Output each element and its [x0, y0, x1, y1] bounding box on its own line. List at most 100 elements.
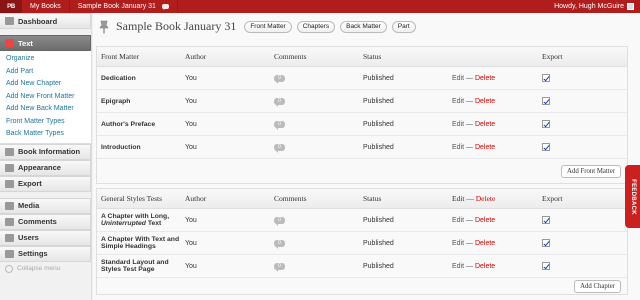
row-status: Published — [363, 216, 394, 224]
edit-link[interactable]: Edit — [452, 144, 464, 151]
sidebar-item-comments[interactable]: Comments — [0, 213, 91, 230]
front-matter-button[interactable]: Front Matter — [244, 20, 292, 33]
separator: — — [466, 262, 474, 270]
comment-count-icon[interactable]: 0 — [274, 217, 285, 226]
sidebar-item-users[interactable]: Users — [0, 229, 91, 246]
part-delete-link[interactable]: Delete — [476, 194, 496, 203]
table-row: Epigraph You 0 Published Edit — Delete — [97, 90, 627, 113]
user-account-menu[interactable]: Howdy, Hugh McGuire — [554, 3, 640, 10]
media-icon — [5, 201, 14, 210]
row-title-link[interactable]: Epigraph — [97, 98, 185, 105]
part-title-link[interactable]: General Styles Tests — [97, 194, 185, 203]
comment-count-icon[interactable]: 0 — [274, 75, 285, 84]
my-books-link[interactable]: My Books — [22, 0, 70, 13]
edit-link[interactable]: Edit — [452, 240, 464, 247]
sidebar-item-label: Media — [18, 201, 40, 210]
add-chapter-button[interactable]: Add Chapter — [574, 279, 621, 293]
book-information-icon — [5, 147, 14, 156]
edit-link[interactable]: Edit — [452, 263, 464, 270]
export-checkbox[interactable] — [542, 97, 550, 105]
comments-icon[interactable] — [161, 4, 169, 10]
table-row: Dedication You 0 Published Edit — Delete — [97, 67, 627, 90]
row-title-link[interactable]: A Chapter with Long, Uninterrupted Text — [97, 213, 185, 227]
separator: — — [466, 97, 474, 105]
edit-link[interactable]: Edit — [452, 217, 464, 224]
row-status: Published — [363, 74, 394, 82]
delete-link[interactable]: Delete — [475, 121, 495, 128]
edit-link[interactable]: Edit — [452, 98, 464, 105]
row-title-link[interactable]: Introduction — [97, 144, 185, 151]
submenu-add-new-back-matter[interactable]: Add New Back Matter — [0, 103, 91, 116]
row-status: Published — [363, 262, 394, 270]
admin-sidebar: Dashboard Text Organize Add Part Add New… — [0, 13, 92, 300]
submenu-organize[interactable]: Organize — [0, 53, 91, 66]
sidebar-item-text[interactable]: Text — [0, 35, 91, 51]
export-checkbox[interactable] — [542, 143, 550, 151]
table-row: Introduction You 0 Published Edit — Dele… — [97, 136, 627, 159]
howdy-label: Howdy, Hugh McGuire — [554, 3, 624, 10]
sidebar-item-label: Settings — [18, 249, 48, 258]
part-edit-actions: Edit — Delete — [452, 194, 542, 203]
column-header: Author — [185, 194, 207, 203]
submenu-front-matter-types[interactable]: Front Matter Types — [0, 116, 91, 129]
front-matter-table: Front Matter Author Comments Status Expo… — [96, 46, 628, 184]
delete-link[interactable]: Delete — [475, 240, 495, 247]
comment-count-icon[interactable]: 0 — [274, 240, 285, 249]
add-front-matter-button[interactable]: Add Front Matter — [561, 164, 621, 178]
feedback-label: FEEDBACK — [629, 178, 636, 215]
column-header: Comments — [274, 52, 307, 61]
row-title-link[interactable]: Dedication — [97, 75, 185, 82]
row-status: Published — [363, 120, 394, 128]
comment-count-icon[interactable]: 0 — [274, 144, 285, 153]
row-title-link[interactable]: Standard Layout and Styles Test Page — [97, 259, 185, 273]
table-row: Standard Layout and Styles Test Page You… — [97, 255, 627, 278]
export-checkbox[interactable] — [542, 74, 550, 82]
export-checkbox[interactable] — [542, 262, 550, 270]
submenu-back-matter-types[interactable]: Back Matter Types — [0, 128, 91, 141]
edit-link[interactable]: Edit — [452, 121, 464, 128]
part-edit-link[interactable]: Edit — [452, 194, 465, 203]
sidebar-item-label: Text — [18, 38, 33, 48]
delete-link[interactable]: Delete — [475, 217, 495, 224]
export-checkbox[interactable] — [542, 239, 550, 247]
part-button[interactable]: Part — [391, 20, 416, 33]
delete-link[interactable]: Delete — [475, 144, 495, 151]
comment-count-icon[interactable]: 0 — [274, 263, 285, 272]
sidebar-item-settings[interactable]: Settings — [0, 245, 91, 262]
comment-count-icon[interactable]: 0 — [274, 98, 285, 107]
edit-link[interactable]: Edit — [452, 75, 464, 82]
submenu-add-new-chapter[interactable]: Add New Chapter — [0, 78, 91, 91]
delete-link[interactable]: Delete — [475, 263, 495, 270]
text-submenu: Organize Add Part Add New Chapter Add Ne… — [0, 51, 91, 144]
submenu-add-part[interactable]: Add Part — [0, 66, 91, 79]
page-header: Sample Book January 31 Front Matter Chap… — [98, 19, 421, 34]
part-chapters-table: General Styles Tests Author Comments Sta… — [96, 188, 628, 295]
sidebar-item-label: Users — [18, 233, 39, 242]
delete-link[interactable]: Delete — [475, 98, 495, 105]
row-author: You — [185, 74, 197, 82]
collapse-menu-button[interactable]: Collapse menu — [0, 262, 91, 276]
row-author: You — [185, 262, 197, 270]
row-title-link[interactable]: Author's Preface — [97, 121, 185, 128]
sidebar-item-book-information[interactable]: Book Information — [0, 143, 91, 160]
sidebar-item-label: Dashboard — [18, 16, 58, 26]
feedback-tab[interactable]: FEEDBACK — [625, 165, 640, 228]
submenu-add-new-front-matter[interactable]: Add New Front Matter — [0, 91, 91, 104]
sidebar-item-appearance[interactable]: Appearance — [0, 159, 91, 176]
separator: — — [466, 143, 474, 151]
delete-link[interactable]: Delete — [475, 75, 495, 82]
export-checkbox[interactable] — [542, 120, 550, 128]
collapse-label: Collapse menu — [17, 265, 61, 272]
sidebar-item-media[interactable]: Media — [0, 197, 91, 214]
export-checkbox[interactable] — [542, 216, 550, 224]
row-author: You — [185, 239, 197, 247]
chapters-button[interactable]: Chapters — [296, 20, 336, 33]
appearance-icon — [5, 163, 14, 172]
sidebar-item-dashboard[interactable]: Dashboard — [0, 13, 91, 29]
pressbooks-logo[interactable]: PB — [0, 0, 22, 13]
sidebar-item-export[interactable]: Export — [0, 175, 91, 192]
comment-count-icon[interactable]: 0 — [274, 121, 285, 130]
book-title-link[interactable]: Sample Book January 31 — [70, 0, 178, 13]
row-title-link[interactable]: A Chapter With Text and Simple Headings — [97, 236, 185, 250]
back-matter-button[interactable]: Back Matter — [340, 20, 387, 33]
